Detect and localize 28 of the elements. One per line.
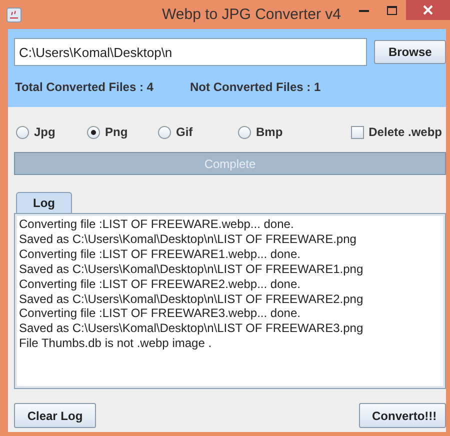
- log-tab[interactable]: Log: [16, 192, 72, 213]
- stat-label: Total Converted Files : 4: [15, 80, 154, 94]
- app-icon: [6, 6, 22, 22]
- progress-label: Complete: [203, 157, 257, 171]
- format-radio[interactable]: Png: [87, 125, 158, 139]
- log-line: Saved as C:\Users\Komal\Desktop\n\LIST OF FREEWARE.png: [19, 232, 358, 247]
- minimize-icon[interactable]: [359, 8, 369, 12]
- format-radio[interactable]: Bmp: [238, 125, 318, 139]
- log-line: Converting file :LIST OF FREEWARE.webp... done.: [19, 217, 295, 232]
- format-radio[interactable]: Gif: [158, 125, 238, 139]
- browse-button[interactable]: Browse: [374, 40, 446, 64]
- log-line: Converting file :LIST OF FREEWARE1.webp... done.: [19, 246, 302, 262]
- log-line: File Thumbs.db is not .webp image .: [19, 336, 213, 352]
- log-line: Converting file :LIST OF FREEWARE2.webp... done.: [19, 276, 302, 292]
- clear-log-button[interactable]: Clear Log: [14, 403, 96, 428]
- stat-label: Not Converted Files : 1: [190, 80, 321, 94]
- close-button[interactable]: [406, 0, 450, 20]
- log-line: Converting file :LIST OF FREEWARE3.webp... done.: [19, 306, 302, 322]
- log-line: Saved as C:\Users\Komal\Desktop\n\LIST OF FREEWARE1.png: [19, 262, 364, 277]
- log-line: Saved as C:\Users\Komal\Desktop\n\LIST OF FREEWARE3.png: [19, 321, 364, 336]
- convert-button[interactable]: Converto!!!: [359, 403, 446, 428]
- maximize-icon[interactable]: [387, 6, 397, 14]
- path-field[interactable]: C:\Users\Komal\Desktop\n: [14, 38, 368, 66]
- window-title: Webp to JPG Converter v4: [162, 6, 341, 23]
- close-icon: [423, 5, 433, 15]
- log-line: Saved as C:\Users\Komal\Desktop\n\LIST OF FREEWARE2.png: [19, 292, 364, 306]
- delete-webp-checkbox[interactable]: Delete .webp: [350, 125, 442, 139]
- format-radio[interactable]: Jpg: [16, 125, 87, 139]
